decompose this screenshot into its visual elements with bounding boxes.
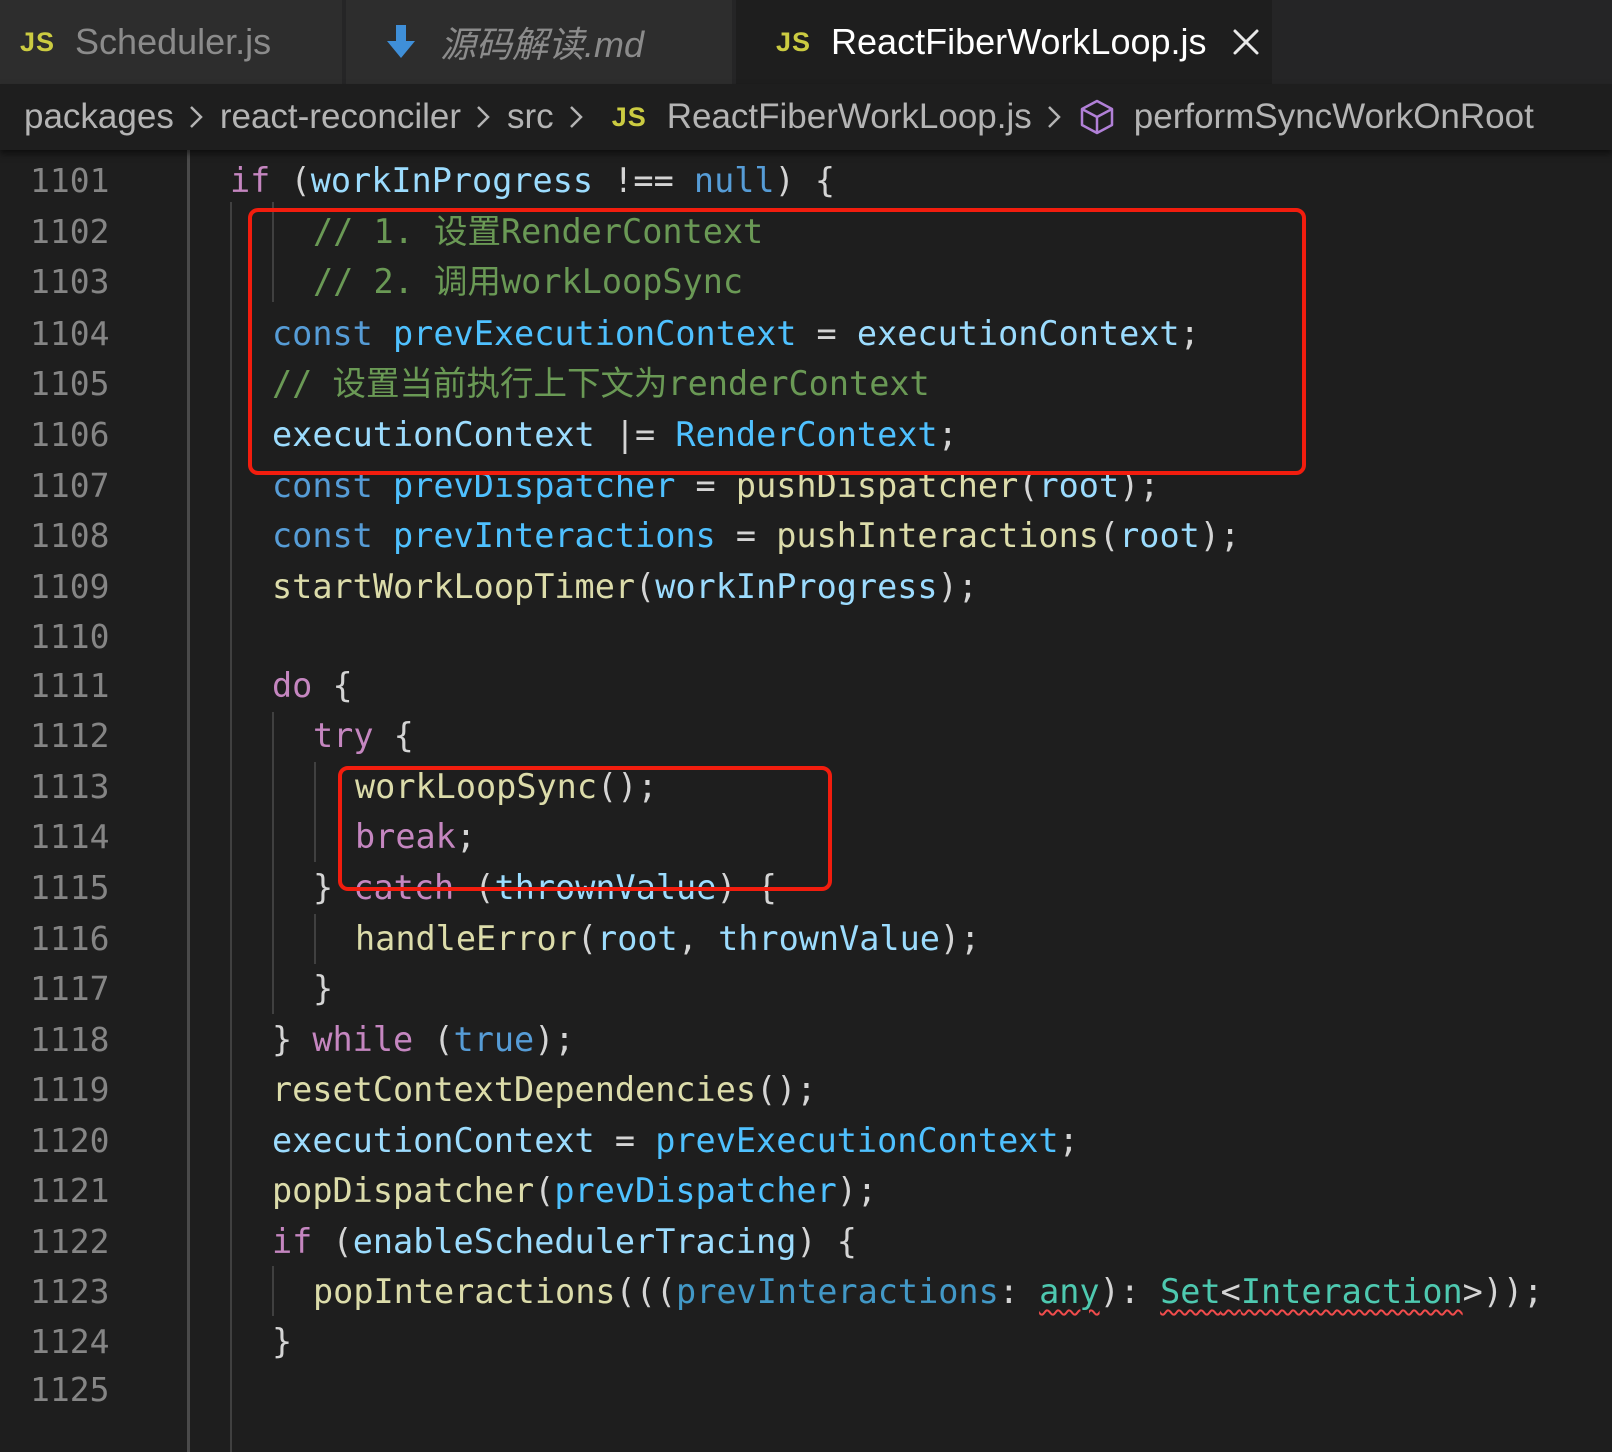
code-line: popInteractions(((prevInteractions: any)… — [313, 1272, 1544, 1311]
chevron-right-icon — [1046, 103, 1064, 131]
code-line: try { — [313, 716, 414, 755]
code-line: do { — [272, 666, 353, 705]
code-line: popDispatcher(prevDispatcher); — [272, 1171, 878, 1210]
download-arrow-icon — [386, 25, 416, 59]
tab-bar: JS Scheduler.js 源码解读.md JS ReactFiberWor… — [0, 0, 1612, 84]
breadcrumb-symbol[interactable]: performSyncWorkOnRoot — [1134, 97, 1534, 137]
js-file-icon: JS — [611, 101, 647, 132]
tab-react-fiber-work-loop-js[interactable]: JS ReactFiberWorkLoop.js — [736, 0, 1274, 84]
code-line: handleError(root, thrownValue); — [355, 919, 981, 958]
tab-label: 源码解读.md — [440, 24, 645, 65]
tab-source-notes-md[interactable]: 源码解读.md — [346, 0, 734, 84]
js-file-icon: JS — [776, 26, 812, 57]
chevron-right-icon — [188, 103, 206, 131]
breadcrumb-react-reconciler[interactable]: react-reconciler — [220, 97, 461, 137]
code-line: const prevInteractions = pushInteraction… — [272, 516, 1241, 555]
code-line: } — [272, 1322, 293, 1361]
tab-label: Scheduler.js — [75, 21, 272, 62]
code-line: executionContext = prevExecutionContext; — [272, 1121, 1079, 1160]
code-line: } while (true); — [272, 1020, 575, 1059]
breadcrumb-file[interactable]: ReactFiberWorkLoop.js — [667, 97, 1032, 137]
breadcrumb-packages[interactable]: packages — [24, 97, 174, 137]
close-icon[interactable] — [1229, 25, 1263, 59]
code-editor[interactable]: 1101 1102 1103 1104 1105 1106 1107 1108 … — [0, 150, 1612, 1452]
breadcrumb-src[interactable]: src — [507, 97, 554, 137]
chevron-right-icon — [475, 103, 493, 131]
tab-scheduler-js[interactable]: JS Scheduler.js — [0, 0, 344, 84]
code-line: if (workInProgress !== null) { — [230, 161, 836, 200]
code-line: if (enableSchedulerTracing) { — [272, 1222, 857, 1261]
tab-label: ReactFiberWorkLoop.js — [831, 21, 1207, 62]
js-file-icon: JS — [20, 26, 56, 57]
highlight-box-work-loop-sync — [338, 766, 832, 891]
code-line: startWorkLoopTimer(workInProgress); — [272, 567, 978, 606]
chevron-right-icon — [568, 103, 586, 131]
code-line: } — [313, 969, 334, 1008]
highlight-box-render-context — [248, 208, 1306, 475]
breadcrumb: packages react-reconciler src JS ReactFi… — [0, 84, 1612, 150]
code-line: resetContextDependencies(); — [272, 1070, 817, 1109]
cube-icon — [1078, 98, 1116, 136]
